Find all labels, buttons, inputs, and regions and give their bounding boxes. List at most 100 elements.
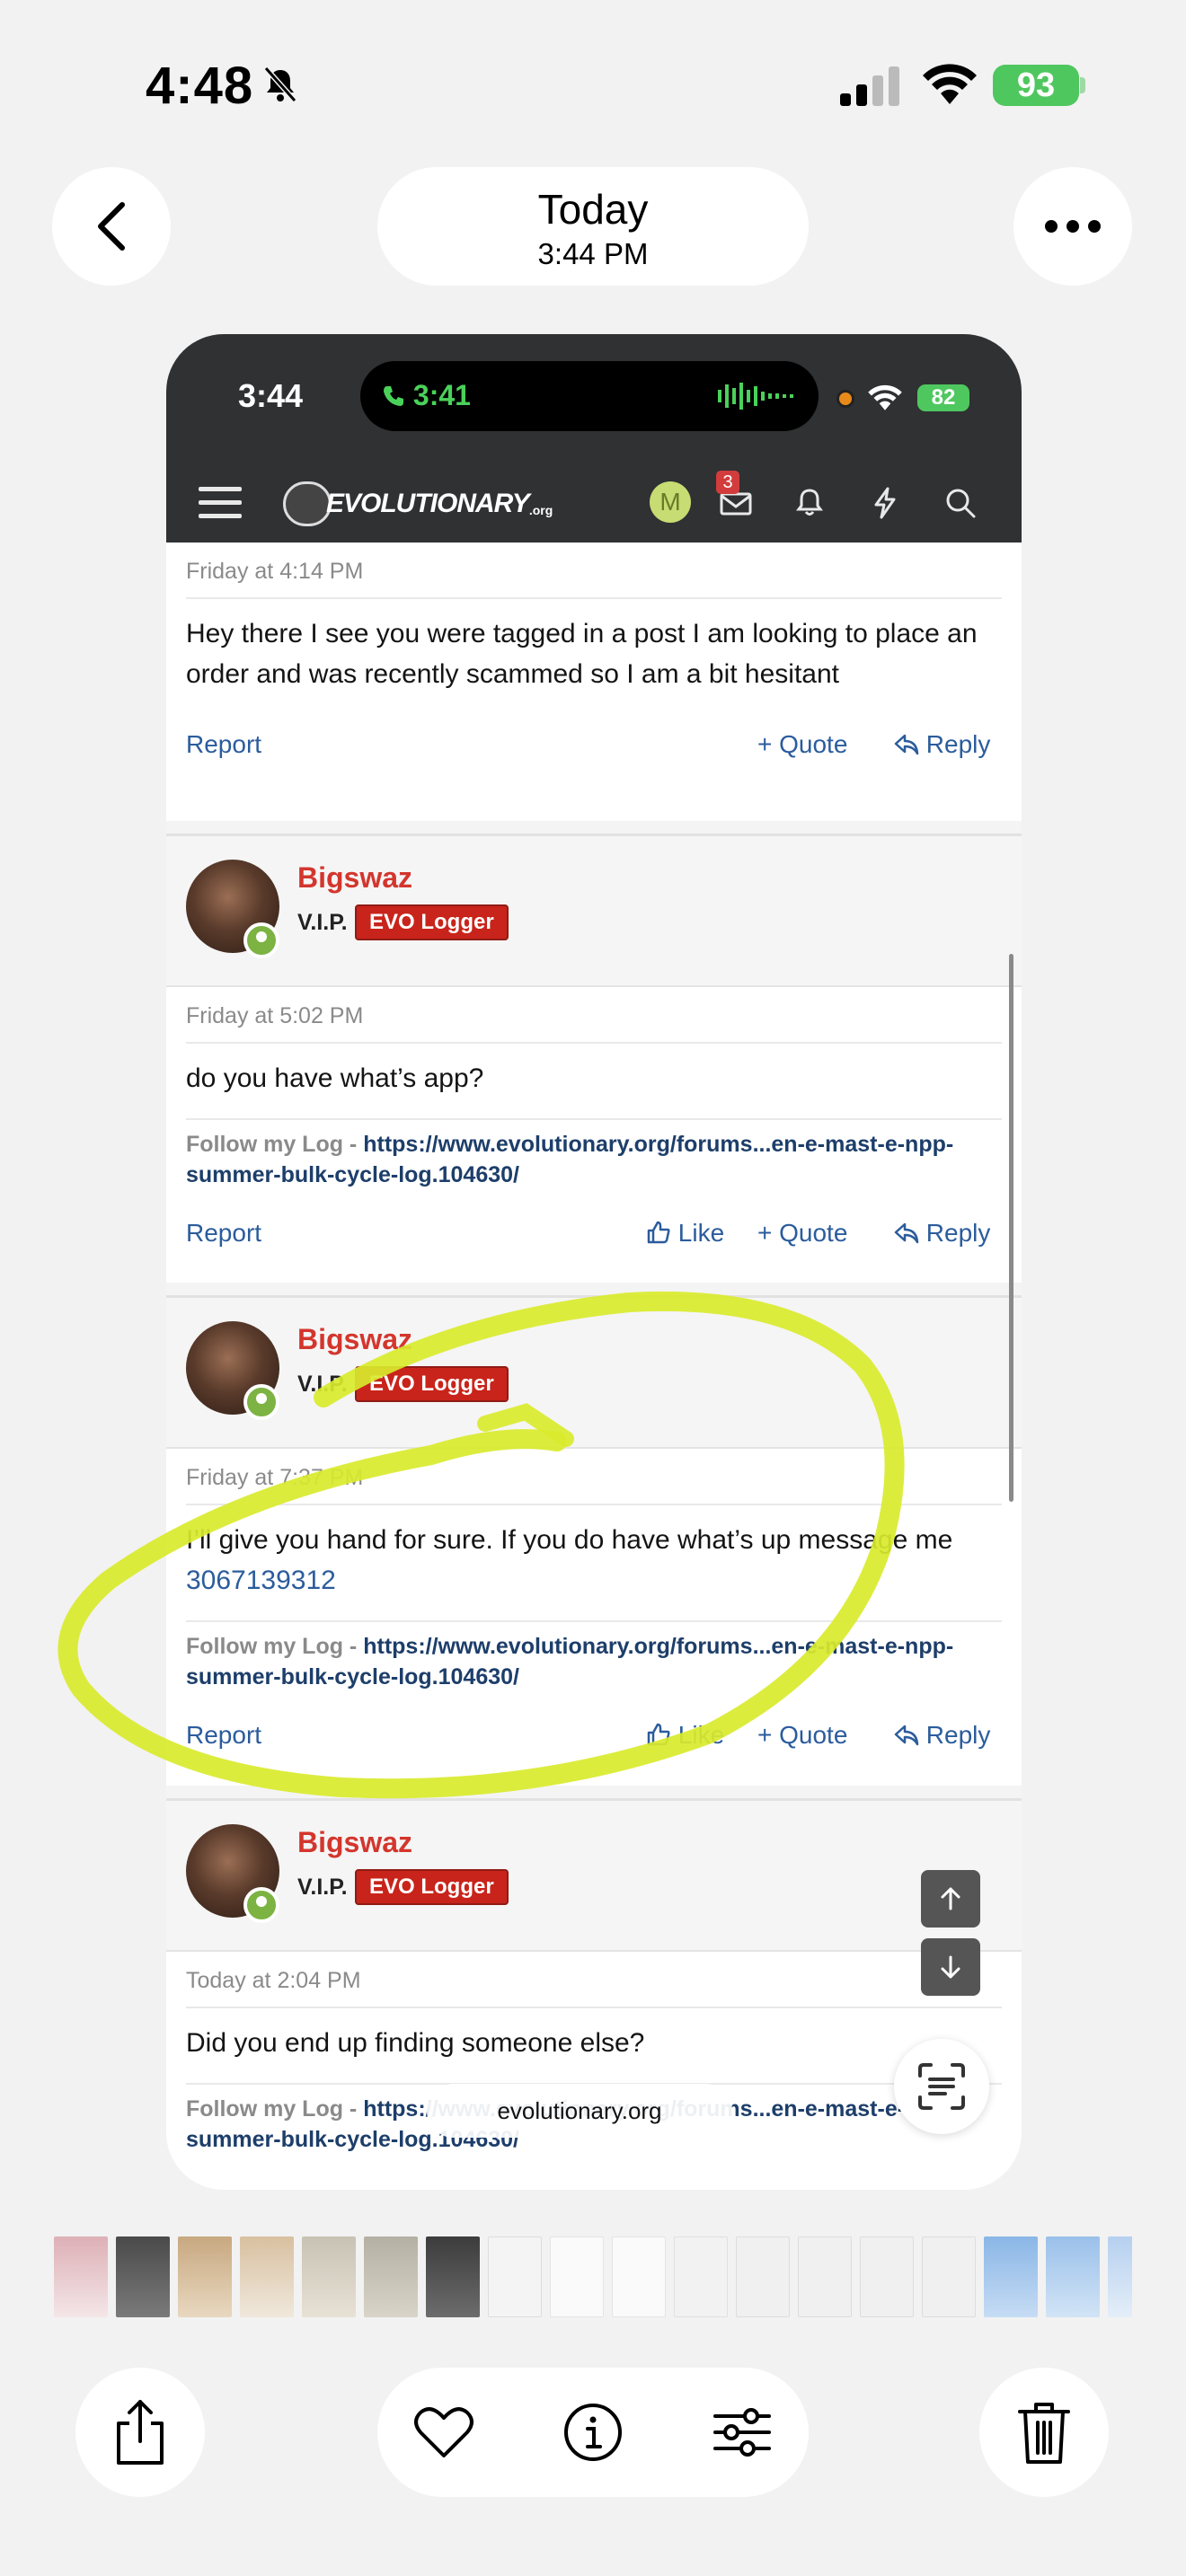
author-badge: EVO Logger bbox=[355, 1869, 509, 1905]
report-link[interactable]: Report bbox=[186, 1219, 261, 1248]
quote-button[interactable]: + Quote bbox=[757, 1721, 847, 1750]
photo-viewer-image[interactable]: 3:44 3:41 82 EVOLUTIONARY .org M 3 Frida… bbox=[166, 334, 1022, 2190]
report-link[interactable]: Report bbox=[186, 730, 261, 759]
post-date: Friday at 7:37 PM bbox=[186, 1449, 1002, 1505]
heart-icon[interactable] bbox=[412, 2400, 476, 2465]
post: Bigswaz V.I.P. EVO Logger Friday at 7:37… bbox=[166, 1295, 1022, 1786]
dynamic-island: 3:41 bbox=[360, 361, 819, 431]
post-author: Bigswaz V.I.P. EVO Logger bbox=[166, 1298, 1022, 1449]
thumbnail[interactable] bbox=[736, 2236, 790, 2317]
author-name[interactable]: Bigswaz bbox=[297, 1826, 412, 1859]
share-icon bbox=[117, 2400, 164, 2465]
thumbnail[interactable] bbox=[1108, 2236, 1132, 2317]
thumbnail[interactable] bbox=[674, 2236, 728, 2317]
author-name[interactable]: Bigswaz bbox=[297, 1323, 412, 1356]
site-logo[interactable]: EVOLUTIONARY .org bbox=[283, 481, 553, 526]
inbox-badge: 3 bbox=[716, 471, 739, 494]
scrollbar[interactable] bbox=[1009, 954, 1013, 1502]
post-actions: Report + Quote Reply bbox=[186, 721, 1002, 775]
post-message: Hey there I see you were tagged in a pos… bbox=[186, 619, 978, 689]
thumbnail[interactable] bbox=[612, 2236, 666, 2317]
signature-prefix: Follow my Log - bbox=[186, 2096, 364, 2122]
live-text-button[interactable] bbox=[894, 2039, 989, 2134]
delete-button[interactable] bbox=[979, 2368, 1109, 2497]
thumbnail[interactable] bbox=[488, 2236, 542, 2317]
lightning-icon[interactable] bbox=[865, 483, 905, 523]
thumbnail[interactable] bbox=[550, 2236, 604, 2317]
privacy-indicator bbox=[836, 390, 854, 408]
thumbnail[interactable] bbox=[860, 2236, 914, 2317]
signal-icon bbox=[840, 66, 899, 106]
wifi-icon bbox=[923, 64, 977, 104]
thumbnail[interactable] bbox=[364, 2236, 418, 2317]
like-button[interactable]: Like bbox=[646, 1219, 724, 1248]
embedded-clock: 3:44 bbox=[238, 377, 304, 414]
reply-icon bbox=[894, 734, 919, 755]
scroll-top-button[interactable] bbox=[921, 1870, 980, 1928]
adjustments-icon[interactable] bbox=[710, 2400, 774, 2465]
post-message-text: I’ll give you hand for sure. If you do h… bbox=[186, 1525, 953, 1555]
post: Friday at 4:14 PM Hey there I see you we… bbox=[166, 543, 1022, 821]
like-button[interactable]: Like bbox=[646, 1721, 724, 1750]
signature-prefix: Follow my Log - bbox=[186, 1132, 364, 1157]
thumbnail[interactable] bbox=[54, 2236, 108, 2317]
report-link[interactable]: Report bbox=[186, 1721, 261, 1750]
online-status-icon bbox=[243, 922, 279, 958]
back-button[interactable] bbox=[52, 167, 171, 286]
photo-actions-bar bbox=[377, 2368, 809, 2497]
post-author: Bigswaz V.I.P. EVO Logger bbox=[166, 1801, 1022, 1952]
post: Bigswaz V.I.P. EVO Logger Friday at 5:02… bbox=[166, 834, 1022, 1283]
like-label: Like bbox=[677, 1219, 725, 1247]
post-date: Today at 2:04 PM bbox=[186, 1952, 1002, 2008]
thumbnail[interactable] bbox=[798, 2236, 852, 2317]
post-date: Friday at 5:02 PM bbox=[186, 987, 1002, 1044]
info-icon[interactable] bbox=[561, 2400, 625, 2465]
reply-button[interactable]: Reply bbox=[894, 1721, 990, 1750]
signature-prefix: Follow my Log - bbox=[186, 1634, 364, 1659]
arrow-up-icon bbox=[941, 1887, 960, 1910]
phone-number-link[interactable]: 3067139312 bbox=[186, 1566, 336, 1595]
share-button[interactable] bbox=[75, 2368, 205, 2497]
quote-button[interactable]: + Quote bbox=[757, 1219, 847, 1248]
thread-content[interactable]: Friday at 4:14 PM Hey there I see you we… bbox=[166, 543, 1022, 2190]
reply-button[interactable]: Reply bbox=[894, 1219, 990, 1248]
menu-icon[interactable] bbox=[199, 487, 242, 519]
reply-label: Reply bbox=[925, 730, 991, 758]
like-label: Like bbox=[677, 1721, 725, 1749]
reply-button[interactable]: Reply bbox=[894, 730, 990, 759]
user-avatar[interactable]: M bbox=[650, 481, 691, 523]
scroll-bottom-button[interactable] bbox=[921, 1938, 980, 1996]
thumbnail[interactable] bbox=[984, 2236, 1038, 2317]
author-role: V.I.P. bbox=[297, 1875, 348, 1900]
more-button[interactable] bbox=[1013, 167, 1132, 286]
silent-bell-icon bbox=[263, 66, 297, 102]
post-message: do you have what’s app? bbox=[186, 1063, 484, 1093]
thumbnail[interactable] bbox=[922, 2236, 976, 2317]
post-date: Friday at 4:14 PM bbox=[186, 543, 1002, 599]
thumbnail[interactable] bbox=[178, 2236, 232, 2317]
online-status-icon bbox=[243, 1384, 279, 1420]
quote-button[interactable]: + Quote bbox=[757, 730, 847, 759]
thumbnail[interactable] bbox=[302, 2236, 356, 2317]
date-title-time: 3:44 PM bbox=[537, 237, 649, 270]
thumbnail-strip[interactable] bbox=[54, 2236, 1132, 2319]
thumbnail[interactable] bbox=[240, 2236, 294, 2317]
battery-indicator: 93 bbox=[993, 65, 1079, 106]
embedded-wifi-icon bbox=[868, 384, 902, 410]
search-icon[interactable] bbox=[941, 483, 980, 523]
embedded-battery: 82 bbox=[917, 384, 969, 411]
trash-icon bbox=[1018, 2403, 1070, 2464]
date-title-day: Today bbox=[537, 186, 649, 233]
system-status-bar: 4:48 93 bbox=[0, 0, 1186, 171]
bell-icon[interactable] bbox=[790, 483, 829, 523]
battery-tip bbox=[1080, 77, 1085, 93]
post-message: Did you end up finding someone else? bbox=[186, 2028, 645, 2058]
url-bar[interactable]: evolutionary.org bbox=[427, 2084, 732, 2138]
thumbnail[interactable] bbox=[1046, 2236, 1100, 2317]
thumbnail[interactable] bbox=[116, 2236, 170, 2317]
call-timer-text: 3:41 bbox=[412, 379, 471, 411]
thumbnail[interactable] bbox=[426, 2236, 480, 2317]
author-name[interactable]: Bigswaz bbox=[297, 861, 412, 895]
signature: Follow my Log - https://www.evolutionary… bbox=[186, 1118, 1002, 1190]
thumbs-up-icon bbox=[647, 1723, 670, 1746]
